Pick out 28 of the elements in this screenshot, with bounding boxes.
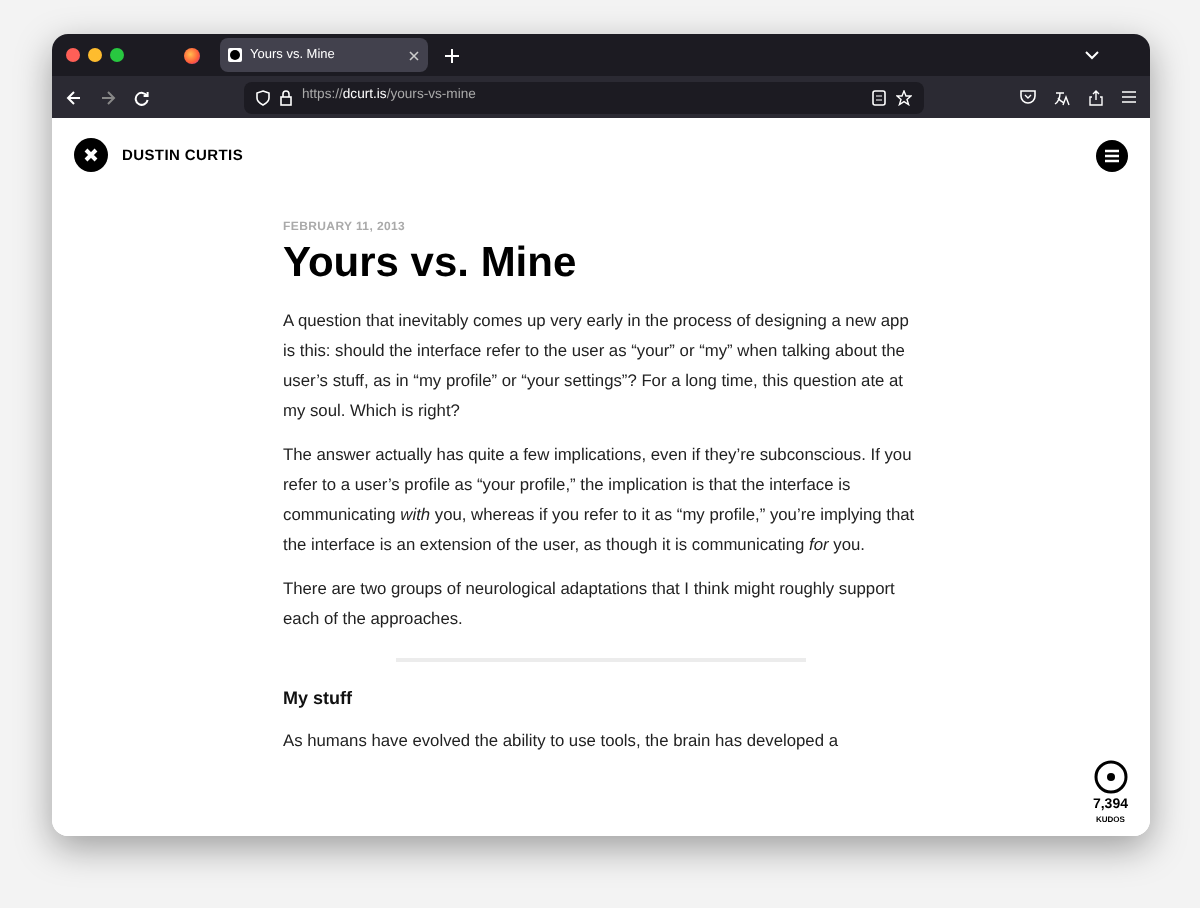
translate-icon[interactable] xyxy=(1054,89,1070,105)
pocket-icon[interactable] xyxy=(1020,90,1036,104)
kudos-icon[interactable] xyxy=(1093,760,1128,794)
share-icon[interactable] xyxy=(1088,89,1104,105)
chevron-down-icon[interactable] xyxy=(1084,50,1100,60)
site-favicon-icon xyxy=(228,48,242,62)
article-paragraph: As humans have evolved the ability to use tools, the brain has developed a xyxy=(283,728,840,754)
site-logo-icon[interactable] xyxy=(74,138,108,172)
close-tab-icon[interactable] xyxy=(408,49,420,61)
minimize-window-icon[interactable] xyxy=(88,48,102,62)
menu-icon[interactable] xyxy=(1096,139,1128,171)
shield-icon[interactable] xyxy=(256,89,270,105)
maximize-window-icon[interactable] xyxy=(110,48,124,62)
article-paragraph: The answer actually has quite a few implications, even if they’re subconscious. If you refer to a user’s profile as “your profile,” the implication is that the interface is communicating with you, whereas if you refer to it as “my profile,” you’re implying that the interface is an extension of the user, as though it is communicating for you. xyxy=(283,442,917,558)
article-paragraph: A question that inevitably comes up very early in the process of designing a new app is this: should the interface refer to the user as “your” or “my” when talking about the user’s stuff, as in “my profile” or “your settings”? For a long time, this question ate at my soul. Which is right? xyxy=(283,308,911,424)
article-title: Yours vs. Mine xyxy=(283,238,579,290)
article-paragraph: There are two groups of neurological adaptations that I think might roughly support each of the approaches. xyxy=(283,576,897,632)
reload-icon[interactable] xyxy=(134,89,150,105)
close-window-icon[interactable] xyxy=(66,48,80,62)
new-tab-icon[interactable] xyxy=(444,47,460,63)
bookmark-star-icon[interactable] xyxy=(896,89,912,105)
back-icon[interactable] xyxy=(66,89,82,105)
browser-logo-icon xyxy=(184,47,200,63)
lock-icon[interactable] xyxy=(280,89,292,105)
menu-icon[interactable] xyxy=(1122,90,1136,104)
reader-view-icon[interactable] xyxy=(872,89,886,105)
forward-icon[interactable] xyxy=(100,89,116,105)
section-heading: My stuff xyxy=(283,686,354,712)
